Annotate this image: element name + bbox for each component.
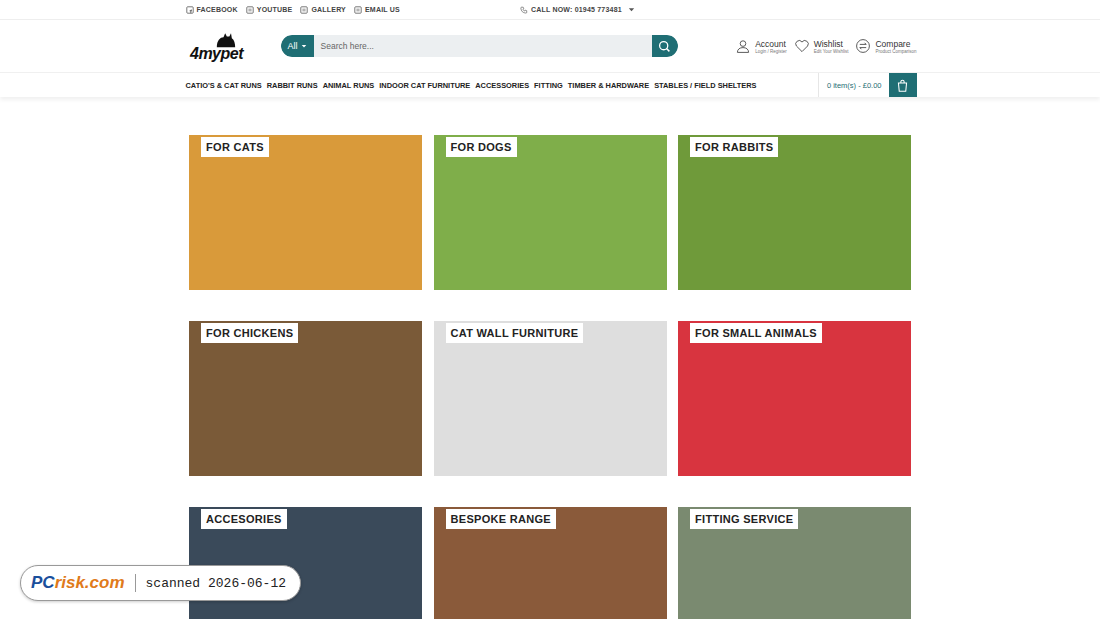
tile-label: FOR CHICKENS <box>201 323 298 343</box>
tile-label: FOR RABBITS <box>690 137 778 157</box>
youtube-icon <box>246 6 254 14</box>
header: 4mypet AllSearch here... AccountLogin / Re… <box>0 20 1100 72</box>
search-icon <box>658 40 671 53</box>
account-link[interactable]: CompareProduct Comparison <box>855 38 916 54</box>
caret-icon <box>628 6 635 13</box>
menu-item[interactable]: ANIMAL RUNS <box>323 81 375 90</box>
account-link[interactable]: WishlistEdit Your Wishlist <box>794 38 849 54</box>
category-tile[interactable]: FOR SMALL ANIMALS <box>678 321 911 476</box>
cart[interactable]: 0 item(s) - £0.00 <box>818 73 917 97</box>
facebook-icon <box>186 6 194 14</box>
category-grid: FOR CATS FOR DOGS FOR RABBITS FOR CHICKENS C… <box>189 135 911 619</box>
menu-item[interactable]: RABBIT RUNS <box>267 81 318 90</box>
top-bar: FACEBOOK YOUTUBE GALLERY EMAIL US CALL NOW: … <box>0 0 1100 20</box>
category-tile[interactable]: FOR CHICKENS <box>189 321 422 476</box>
search-button[interactable] <box>652 35 678 57</box>
tile-label: FOR CATS <box>201 137 269 157</box>
category-tile[interactable]: CAT WALL FURNITURE <box>434 321 667 476</box>
menu-item[interactable]: INDOOR CAT FURNITURE <box>379 81 470 90</box>
tile-label: FOR DOGS <box>446 137 517 157</box>
heart-icon <box>794 38 810 54</box>
phone-icon <box>520 6 528 14</box>
tile-label: FOR SMALL ANIMALS <box>690 323 822 343</box>
gallery-icon <box>300 6 308 14</box>
tile-label: ACCESORIES <box>201 509 287 529</box>
compare-icon <box>855 38 871 54</box>
email-icon <box>354 6 362 14</box>
watermark: PCrisk.comscanned 2026-06-12 <box>20 565 301 601</box>
category-tile[interactable]: BESPOKE RANGE <box>434 507 667 619</box>
account-link[interactable]: AccountLogin / Register <box>735 38 787 54</box>
shopping-bag-icon <box>896 79 909 92</box>
top-link[interactable]: YOUTUBE <box>246 6 293 14</box>
phone-link[interactable]: CALL NOW: 01945 773481 <box>520 6 635 14</box>
nav-bar: CATIO'S & CAT RUNS RABBIT RUNS ANIMAL RUNS… <box>0 72 1100 97</box>
menu-item[interactable]: FITTING <box>534 81 563 90</box>
watermark-logo: PCrisk.com <box>31 573 125 593</box>
tile-label: FITTING SERVICE <box>690 509 798 529</box>
cart-summary[interactable]: 0 item(s) - £0.00 <box>827 81 882 90</box>
caret-icon <box>301 43 307 49</box>
top-link[interactable]: FACEBOOK <box>186 6 238 14</box>
top-link[interactable]: EMAIL US <box>354 6 400 14</box>
search-bar: AllSearch here... <box>281 35 678 57</box>
tile-label: CAT WALL FURNITURE <box>446 323 584 343</box>
category-tile[interactable]: FOR DOGS <box>434 135 667 290</box>
cart-button[interactable] <box>889 73 917 97</box>
category-select[interactable]: All <box>281 35 314 57</box>
menu-item[interactable]: STABLES / FIELD SHELTERS <box>654 81 756 90</box>
menu-item[interactable]: TIMBER & HARDWARE <box>568 81 649 90</box>
top-link[interactable]: GALLERY <box>300 6 346 14</box>
category-tile[interactable]: FOR CATS <box>189 135 422 290</box>
category-tile[interactable]: FOR RABBITS <box>678 135 911 290</box>
page: FACEBOOK YOUTUBE GALLERY EMAIL US CALL NOW: … <box>0 0 1100 619</box>
menu-item[interactable]: ACCESSORIES <box>475 81 529 90</box>
search-input[interactable]: Search here... <box>314 35 652 57</box>
main-menu: CATIO'S & CAT RUNS RABBIT RUNS ANIMAL RUNS… <box>184 81 818 90</box>
account-links: AccountLogin / Register WishlistEdit Your… <box>735 38 916 54</box>
category-tile[interactable]: ACCESORIES <box>189 507 422 619</box>
logo[interactable]: 4mypet <box>184 29 250 63</box>
tile-label: BESPOKE RANGE <box>446 509 556 529</box>
menu-item[interactable]: CATIO'S & CAT RUNS <box>186 81 262 90</box>
category-tile[interactable]: FITTING SERVICE <box>678 507 911 619</box>
user-icon <box>735 38 751 54</box>
